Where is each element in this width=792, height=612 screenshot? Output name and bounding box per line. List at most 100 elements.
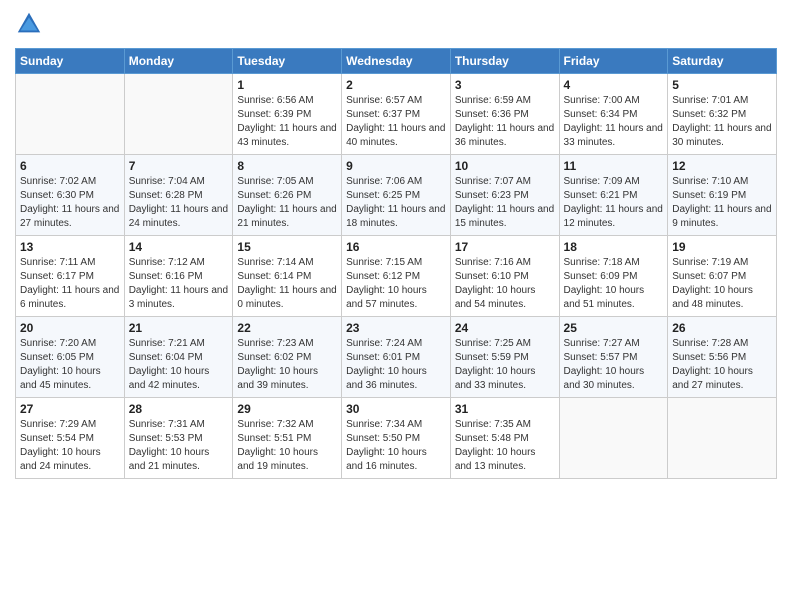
day-of-week-header: Friday [559,49,668,74]
day-number: 29 [237,402,337,416]
calendar-cell: 2 Sunrise: 6:57 AM Sunset: 6:37 PM Daylig… [342,74,451,155]
calendar-cell: 4 Sunrise: 7:00 AM Sunset: 6:34 PM Daylig… [559,74,668,155]
calendar-cell: 12 Sunrise: 7:10 AM Sunset: 6:19 PM Dayli… [668,155,777,236]
day-number: 11 [564,159,664,173]
day-info: Sunrise: 7:28 AM Sunset: 5:56 PM Dayligh… [672,337,772,393]
day-of-week-header: Wednesday [342,49,451,74]
calendar-cell: 16 Sunrise: 7:15 AM Sunset: 6:12 PM Dayli… [342,236,451,317]
calendar-cell: 15 Sunrise: 7:14 AM Sunset: 6:14 PM Dayli… [233,236,342,317]
day-of-week-header: Tuesday [233,49,342,74]
day-info: Sunrise: 7:18 AM Sunset: 6:09 PM Dayligh… [564,256,664,312]
day-number: 9 [346,159,446,173]
day-info: Sunrise: 7:23 AM Sunset: 6:02 PM Dayligh… [237,337,337,393]
day-number: 13 [20,240,120,254]
day-number: 30 [346,402,446,416]
calendar-cell [668,398,777,479]
day-info: Sunrise: 7:34 AM Sunset: 5:50 PM Dayligh… [346,418,446,474]
calendar-cell: 17 Sunrise: 7:16 AM Sunset: 6:10 PM Dayli… [450,236,559,317]
calendar-cell: 5Sunrise: 7:01 AM Sunset: 6:32 PM Daylig… [668,74,777,155]
calendar-cell: 24 Sunrise: 7:25 AM Sunset: 5:59 PM Dayli… [450,317,559,398]
calendar-week-row: 13 Sunrise: 7:11 AM Sunset: 6:17 PM Dayli… [16,236,777,317]
day-info: Sunrise: 6:56 AM Sunset: 6:39 PM Dayligh… [237,94,337,150]
calendar-cell: 27Sunrise: 7:29 AM Sunset: 5:54 PM Dayli… [16,398,125,479]
calendar-cell [559,398,668,479]
calendar-cell: 11 Sunrise: 7:09 AM Sunset: 6:21 PM Dayli… [559,155,668,236]
day-info: Sunrise: 7:32 AM Sunset: 5:51 PM Dayligh… [237,418,337,474]
calendar-cell: 31 Sunrise: 7:35 AM Sunset: 5:48 PM Dayli… [450,398,559,479]
day-info: Sunrise: 7:04 AM Sunset: 6:28 PM Dayligh… [129,175,229,231]
day-info: Sunrise: 7:00 AM Sunset: 6:34 PM Dayligh… [564,94,664,150]
calendar-table: SundayMondayTuesdayWednesdayThursdayFrid… [15,48,777,479]
day-number: 31 [455,402,555,416]
logo [15,10,45,38]
day-info: Sunrise: 7:09 AM Sunset: 6:21 PM Dayligh… [564,175,664,231]
day-number: 23 [346,321,446,335]
day-info: Sunrise: 6:57 AM Sunset: 6:37 PM Dayligh… [346,94,446,150]
day-number: 15 [237,240,337,254]
calendar-cell: 14 Sunrise: 7:12 AM Sunset: 6:16 PM Dayli… [124,236,233,317]
calendar-cell: 20Sunrise: 7:20 AM Sunset: 6:05 PM Dayli… [16,317,125,398]
calendar-cell: 29 Sunrise: 7:32 AM Sunset: 5:51 PM Dayli… [233,398,342,479]
calendar-cell: 28 Sunrise: 7:31 AM Sunset: 5:53 PM Dayli… [124,398,233,479]
day-number: 10 [455,159,555,173]
day-number: 2 [346,78,446,92]
day-info: Sunrise: 7:15 AM Sunset: 6:12 PM Dayligh… [346,256,446,312]
day-of-week-header: Sunday [16,49,125,74]
day-info: Sunrise: 7:14 AM Sunset: 6:14 PM Dayligh… [237,256,337,312]
calendar-cell: 23 Sunrise: 7:24 AM Sunset: 6:01 PM Dayli… [342,317,451,398]
day-info: Sunrise: 7:02 AM Sunset: 6:30 PM Dayligh… [20,175,120,231]
day-info: Sunrise: 7:21 AM Sunset: 6:04 PM Dayligh… [129,337,229,393]
calendar-cell: 6 Sunrise: 7:02 AM Sunset: 6:30 PM Daylig… [16,155,125,236]
day-number: 24 [455,321,555,335]
calendar-week-row: 1 Sunrise: 6:56 AM Sunset: 6:39 PM Daylig… [16,74,777,155]
calendar-cell: 10 Sunrise: 7:07 AM Sunset: 6:23 PM Dayli… [450,155,559,236]
day-number: 14 [129,240,229,254]
day-info: Sunrise: 7:16 AM Sunset: 6:10 PM Dayligh… [455,256,555,312]
day-info: Sunrise: 7:24 AM Sunset: 6:01 PM Dayligh… [346,337,446,393]
day-number: 12 [672,159,772,173]
day-number: 22 [237,321,337,335]
day-number: 16 [346,240,446,254]
calendar-week-row: 27Sunrise: 7:29 AM Sunset: 5:54 PM Dayli… [16,398,777,479]
day-number: 8 [237,159,337,173]
calendar-cell: 1 Sunrise: 6:56 AM Sunset: 6:39 PM Daylig… [233,74,342,155]
day-of-week-header: Monday [124,49,233,74]
calendar-cell: 18 Sunrise: 7:18 AM Sunset: 6:09 PM Dayli… [559,236,668,317]
calendar-cell: 3 Sunrise: 6:59 AM Sunset: 6:36 PM Daylig… [450,74,559,155]
logo-icon [15,10,43,38]
calendar-cell: 8 Sunrise: 7:05 AM Sunset: 6:26 PM Daylig… [233,155,342,236]
calendar-header-row: SundayMondayTuesdayWednesdayThursdayFrid… [16,49,777,74]
day-number: 3 [455,78,555,92]
calendar-cell: 9 Sunrise: 7:06 AM Sunset: 6:25 PM Daylig… [342,155,451,236]
day-info: Sunrise: 7:25 AM Sunset: 5:59 PM Dayligh… [455,337,555,393]
day-number: 19 [672,240,772,254]
day-info: Sunrise: 7:11 AM Sunset: 6:17 PM Dayligh… [20,256,120,312]
day-info: Sunrise: 7:06 AM Sunset: 6:25 PM Dayligh… [346,175,446,231]
day-info: Sunrise: 7:31 AM Sunset: 5:53 PM Dayligh… [129,418,229,474]
day-number: 17 [455,240,555,254]
day-info: Sunrise: 7:35 AM Sunset: 5:48 PM Dayligh… [455,418,555,474]
day-number: 6 [20,159,120,173]
calendar-cell: 7Sunrise: 7:04 AM Sunset: 6:28 PM Daylig… [124,155,233,236]
day-of-week-header: Thursday [450,49,559,74]
day-number: 26 [672,321,772,335]
calendar-cell: 13 Sunrise: 7:11 AM Sunset: 6:17 PM Dayli… [16,236,125,317]
calendar-cell [124,74,233,155]
day-number: 1 [237,78,337,92]
day-number: 28 [129,402,229,416]
day-number: 4 [564,78,664,92]
day-info: Sunrise: 7:10 AM Sunset: 6:19 PM Dayligh… [672,175,772,231]
day-number: 27 [20,402,120,416]
day-info: Sunrise: 7:05 AM Sunset: 6:26 PM Dayligh… [237,175,337,231]
calendar-cell [16,74,125,155]
day-info: Sunrise: 6:59 AM Sunset: 6:36 PM Dayligh… [455,94,555,150]
calendar-cell: 26 Sunrise: 7:28 AM Sunset: 5:56 PM Dayli… [668,317,777,398]
day-info: Sunrise: 7:07 AM Sunset: 6:23 PM Dayligh… [455,175,555,231]
day-number: 20 [20,321,120,335]
calendar-cell: 30 Sunrise: 7:34 AM Sunset: 5:50 PM Dayli… [342,398,451,479]
day-number: 5 [672,78,772,92]
day-number: 18 [564,240,664,254]
calendar-week-row: 6 Sunrise: 7:02 AM Sunset: 6:30 PM Daylig… [16,155,777,236]
day-info: Sunrise: 7:12 AM Sunset: 6:16 PM Dayligh… [129,256,229,312]
calendar-cell: 22 Sunrise: 7:23 AM Sunset: 6:02 PM Dayli… [233,317,342,398]
